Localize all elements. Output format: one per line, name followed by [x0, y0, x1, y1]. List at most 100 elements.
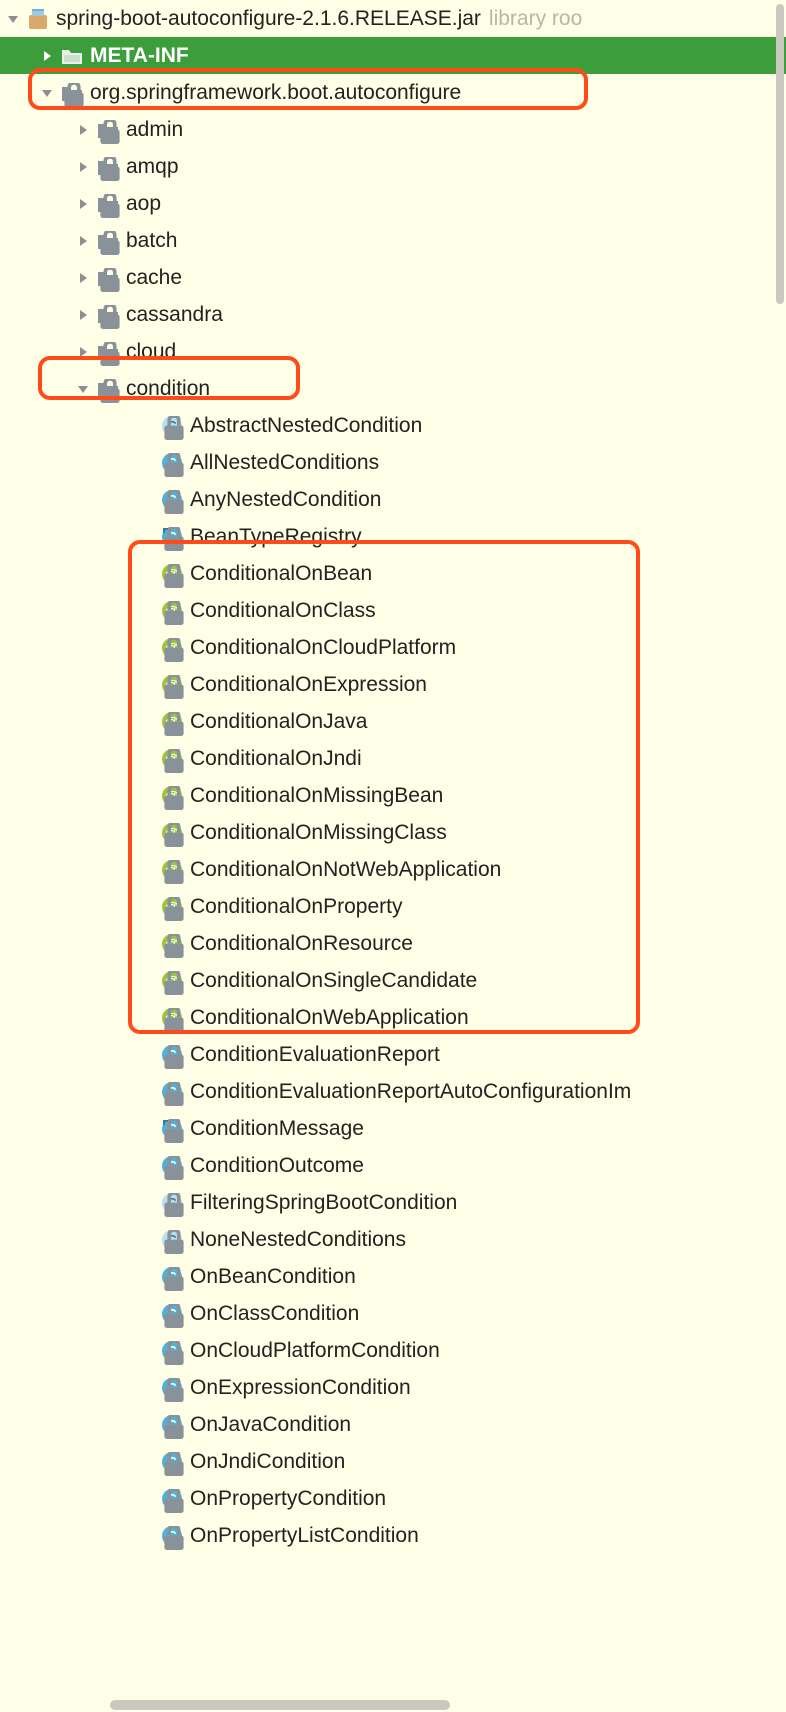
annotation-icon — [160, 562, 184, 586]
tree-node[interactable]: OnCloudPlatformCondition — [0, 1332, 786, 1369]
tree-label: ConditionalOnClass — [190, 599, 376, 623]
tree-label: ConditionalOnMissingBean — [190, 784, 443, 808]
tree-label: AnyNestedCondition — [190, 488, 381, 512]
tree-label: OnExpressionCondition — [190, 1376, 411, 1400]
class-icon — [160, 1450, 184, 1474]
class-icon-final — [160, 525, 184, 549]
tree-node[interactable]: OnPropertyCondition — [0, 1480, 786, 1517]
tree-label: ConditionEvaluationReportAutoConfigurati… — [190, 1080, 631, 1104]
pkg-icon — [96, 303, 120, 327]
tree-node[interactable]: NoneNestedConditions — [0, 1221, 786, 1258]
tree-node[interactable]: cache — [0, 259, 786, 296]
tree-label: spring-boot-autoconfigure-2.1.6.RELEASE.… — [56, 7, 481, 31]
chevron-right-icon[interactable] — [74, 269, 92, 287]
chevron-right-icon[interactable] — [38, 47, 56, 65]
chevron-down-icon[interactable] — [4, 10, 22, 28]
tree-label: ConditionalOnResource — [190, 932, 413, 956]
class-icon-final — [160, 1117, 184, 1141]
annotation-icon — [160, 858, 184, 882]
tree-node[interactable]: AbstractNestedCondition — [0, 407, 786, 444]
pkg-icon — [96, 118, 120, 142]
class-icon — [160, 451, 184, 475]
tree-node[interactable]: ConditionalOnNotWebApplication — [0, 851, 786, 888]
class-icon-abstract — [160, 1191, 184, 1215]
tree-node[interactable]: ConditionalOnSingleCandidate — [0, 962, 786, 999]
tree-label: AbstractNestedCondition — [190, 414, 422, 438]
tree-node[interactable]: OnJndiCondition — [0, 1443, 786, 1480]
chevron-down-icon[interactable] — [38, 84, 56, 102]
tree-node[interactable]: ConditionalOnCloudPlatform — [0, 629, 786, 666]
tree-label: FilteringSpringBootCondition — [190, 1191, 457, 1215]
annotation-icon — [160, 710, 184, 734]
tree-label: ConditionalOnNotWebApplication — [190, 858, 501, 882]
chevron-down-icon[interactable] — [74, 380, 92, 398]
tree-node[interactable]: ConditionalOnClass — [0, 592, 786, 629]
tree-node[interactable]: ConditionalOnProperty — [0, 888, 786, 925]
jar-icon — [26, 7, 50, 31]
tree-node[interactable]: ConditionalOnJndi — [0, 740, 786, 777]
tree-node[interactable]: ConditionalOnWebApplication — [0, 999, 786, 1036]
chevron-right-icon[interactable] — [74, 306, 92, 324]
tree-label: ConditionalOnWebApplication — [190, 1006, 469, 1030]
tree-node[interactable]: batch — [0, 222, 786, 259]
tree-node[interactable]: ConditionalOnResource — [0, 925, 786, 962]
horizontal-scrollbar[interactable] — [110, 1700, 450, 1710]
tree-node[interactable]: amqp — [0, 148, 786, 185]
tree-node[interactable]: ConditionalOnBean — [0, 555, 786, 592]
tree-label: META-INF — [90, 44, 189, 68]
tree-node[interactable]: ConditionalOnMissingClass — [0, 814, 786, 851]
pkg-icon — [96, 229, 120, 253]
tree-label: org.springframework.boot.autoconfigure — [90, 81, 461, 105]
tree-label: ConditionalOnJndi — [190, 747, 362, 771]
class-icon — [160, 488, 184, 512]
chevron-right-icon[interactable] — [74, 232, 92, 250]
chevron-right-icon[interactable] — [74, 158, 92, 176]
tree-label: amqp — [126, 155, 179, 179]
tree-label: ConditionalOnCloudPlatform — [190, 636, 456, 660]
tree-node[interactable]: AllNestedConditions — [0, 444, 786, 481]
tree-node[interactable]: OnClassCondition — [0, 1295, 786, 1332]
tree-node[interactable]: BeanTypeRegistry — [0, 518, 786, 555]
tree-label: BeanTypeRegistry — [190, 525, 362, 549]
tree-node-jar[interactable]: spring-boot-autoconfigure-2.1.6.RELEASE.… — [0, 0, 786, 37]
class-icon-abstract — [160, 1228, 184, 1252]
tree-node[interactable]: ConditionEvaluationReport — [0, 1036, 786, 1073]
project-tree[interactable]: spring-boot-autoconfigure-2.1.6.RELEASE.… — [0, 0, 786, 1554]
tree-node[interactable]: OnBeanCondition — [0, 1258, 786, 1295]
chevron-right-icon[interactable] — [74, 121, 92, 139]
annotation-icon — [160, 895, 184, 919]
tree-label: ConditionOutcome — [190, 1154, 364, 1178]
tree-node-folder[interactable]: META-INF — [0, 37, 786, 74]
pkg-icon — [96, 155, 120, 179]
annotation-icon — [160, 784, 184, 808]
tree-node[interactable]: OnPropertyListCondition — [0, 1517, 786, 1554]
tree-label: admin — [126, 118, 183, 142]
tree-node[interactable]: OnJavaCondition — [0, 1406, 786, 1443]
tree-node[interactable]: FilteringSpringBootCondition — [0, 1184, 786, 1221]
annotation-icon — [160, 969, 184, 993]
chevron-right-icon[interactable] — [74, 195, 92, 213]
tree-node[interactable]: OnExpressionCondition — [0, 1369, 786, 1406]
tree-node[interactable]: AnyNestedCondition — [0, 481, 786, 518]
tree-node[interactable]: ConditionEvaluationReportAutoConfigurati… — [0, 1073, 786, 1110]
vertical-scrollbar[interactable] — [776, 4, 784, 304]
class-icon — [160, 1413, 184, 1437]
tree-node[interactable]: aop — [0, 185, 786, 222]
tree-node[interactable]: ConditionalOnJava — [0, 703, 786, 740]
class-icon — [160, 1043, 184, 1067]
tree-label: ConditionalOnProperty — [190, 895, 402, 919]
class-icon — [160, 1154, 184, 1178]
tree-label: ConditionEvaluationReport — [190, 1043, 440, 1067]
tree-node[interactable]: ConditionOutcome — [0, 1147, 786, 1184]
tree-node-package[interactable]: condition — [0, 370, 786, 407]
pkg-icon — [96, 340, 120, 364]
tree-node[interactable]: cloud — [0, 333, 786, 370]
tree-node[interactable]: admin — [0, 111, 786, 148]
chevron-right-icon[interactable] — [74, 343, 92, 361]
tree-node[interactable]: cassandra — [0, 296, 786, 333]
tree-node[interactable]: ConditionalOnExpression — [0, 666, 786, 703]
tree-node[interactable]: ConditionalOnMissingBean — [0, 777, 786, 814]
folder-icon — [60, 44, 84, 68]
tree-node[interactable]: ConditionMessage — [0, 1110, 786, 1147]
tree-node-package[interactable]: org.springframework.boot.autoconfigure — [0, 74, 786, 111]
